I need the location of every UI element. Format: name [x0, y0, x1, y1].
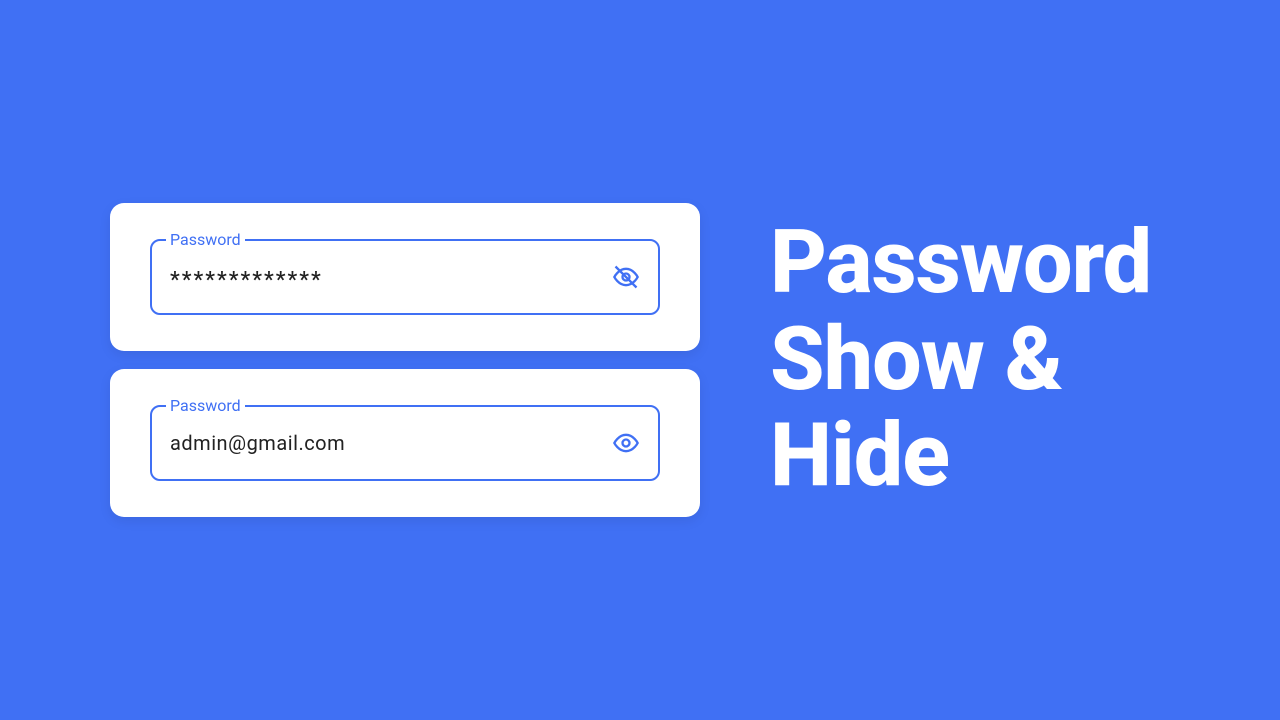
title-line-2: Show &: [770, 312, 1151, 409]
eye-hide-icon[interactable]: [610, 261, 642, 293]
title-line-1: Password: [770, 215, 1151, 312]
password-card-hidden: Password: [110, 203, 700, 351]
password-field-wrapper-hidden: Password: [150, 239, 660, 315]
cards-column: Password Password: [110, 203, 700, 517]
password-input-shown[interactable]: [152, 407, 658, 479]
password-label-hidden: Password: [166, 230, 245, 249]
title-block: Password Show & Hide: [770, 215, 1151, 505]
password-card-shown: Password: [110, 369, 700, 517]
password-label-shown: Password: [166, 396, 245, 415]
password-input-hidden[interactable]: [152, 241, 658, 313]
title-line-3: Hide: [770, 408, 1151, 505]
eye-show-icon[interactable]: [610, 427, 642, 459]
password-field-wrapper-shown: Password: [150, 405, 660, 481]
main-container: Password Password: [0, 203, 1280, 517]
